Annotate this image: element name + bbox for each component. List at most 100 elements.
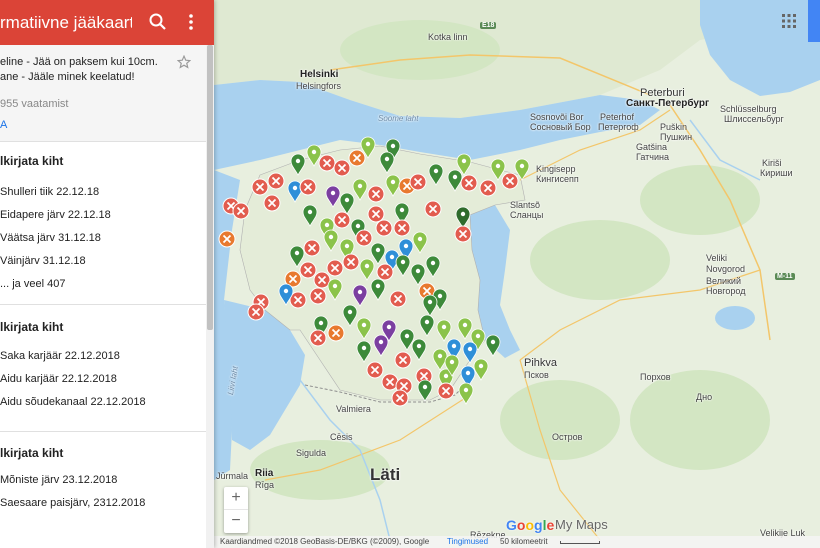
label-porkhov: Порхов [640, 372, 671, 382]
label-kingisepp: Kingisepp [536, 164, 576, 174]
layer-item[interactable]: Saesaare paisjärv, 2312.2018 [0, 497, 145, 509]
label-kirishi: Kiriši [762, 158, 782, 168]
map-marker[interactable] [318, 154, 336, 172]
map-marker[interactable] [333, 211, 351, 229]
map-marker[interactable] [327, 324, 345, 342]
layer-1-title[interactable]: lkirjata kiht [0, 154, 63, 168]
layer-item[interactable]: Mõniste järv 23.12.2018 [0, 474, 117, 486]
label-helsingfors: Helsingfors [296, 81, 342, 91]
map-marker[interactable] [355, 229, 373, 247]
layer-item[interactable]: Väätsa järv 31.12.18 [0, 232, 101, 244]
star-outline-icon[interactable] [176, 54, 192, 69]
description-line-1: eline - Jää on paksem kui 10cm. [0, 56, 158, 68]
label-kirishi-ru: Кириши [760, 168, 793, 178]
map-marker[interactable] [333, 159, 351, 177]
map-marker[interactable] [303, 239, 321, 257]
label-slantsy-ru: Сланцы [510, 210, 544, 220]
map-marker[interactable] [267, 172, 285, 190]
label-veliki: Veliki [706, 253, 728, 263]
map-marker[interactable] [263, 194, 281, 212]
panel-header: rmatiivne jääkaart ... [0, 0, 214, 45]
layer-item[interactable]: Aidu karjäär 22.12.2018 [0, 373, 117, 385]
label-helsinki: Helsinki [300, 69, 339, 80]
map-marker[interactable] [348, 149, 366, 167]
account-button[interactable] [808, 0, 820, 42]
map-marker[interactable] [326, 259, 344, 277]
map-marker[interactable] [247, 303, 265, 321]
label-valmiera: Valmiera [336, 404, 371, 414]
zoom-out-button[interactable]: − [224, 510, 248, 533]
label-novgorod-ru2: Новгород [706, 286, 746, 296]
map-marker[interactable] [342, 253, 360, 271]
layer-3-title[interactable]: lkirjata kiht [0, 446, 63, 460]
my-maps-label: My Maps [555, 517, 608, 532]
more-vert-icon[interactable] [184, 12, 198, 32]
layer-item[interactable]: Saka karjäär 22.12.2018 [0, 350, 120, 362]
label-sosnovy-ru: Сосновый Бор [530, 122, 591, 132]
map-marker[interactable] [299, 178, 317, 196]
map-marker[interactable] [393, 219, 411, 237]
layer-2-title[interactable]: lkirjata kiht [0, 320, 63, 334]
map-marker[interactable] [251, 178, 269, 196]
map-marker[interactable] [389, 290, 407, 308]
search-icon[interactable] [148, 12, 168, 32]
label-lati: Läti [370, 465, 401, 484]
map-marker[interactable] [218, 230, 236, 248]
label-pushkin: Puškin [660, 122, 688, 132]
description-line-2: ane - Jääle minek keelatud! [0, 71, 135, 83]
label-kingisepp-ru: Кингисепп [536, 174, 579, 184]
map-marker[interactable] [460, 174, 478, 192]
label-sigulda: Sigulda [296, 448, 327, 458]
map-marker[interactable] [437, 382, 455, 400]
label-schlusselburg-ru: Шлиссельбург [724, 114, 784, 124]
label-pushkin-ru: Пушкин [660, 132, 693, 142]
label-slantsy: Slantsõ [510, 200, 541, 210]
label-riia: Riia [255, 468, 274, 479]
apps-grid-icon[interactable] [780, 12, 798, 30]
layer-item[interactable]: Shulleri tiik 22.12.18 [0, 186, 99, 198]
map-footer: Kaardiandmed ©2018 GeoBasis-DE/BKG (©200… [214, 536, 820, 548]
map-marker[interactable] [376, 263, 394, 281]
logo-e: e [546, 517, 555, 533]
label-jurmala: Jūrmala [216, 471, 249, 481]
map-marker[interactable] [309, 329, 327, 347]
share-link[interactable]: A [0, 119, 7, 131]
map-attribution: Kaardiandmed ©2018 GeoBasis-DE/BKG (©200… [220, 537, 430, 546]
map-title[interactable]: rmatiivne jääkaart ... [0, 13, 132, 33]
map-marker[interactable] [309, 287, 327, 305]
label-pihkva: Pihkva [524, 357, 558, 369]
map-marker[interactable] [501, 172, 519, 190]
map-marker[interactable] [367, 205, 385, 223]
zoom-in-button[interactable]: + [224, 487, 248, 510]
scrollbar-thumb[interactable] [207, 45, 213, 330]
map-description: eline - Jää on paksem kui 10cm. ane - Jä… [0, 45, 206, 142]
label-riga: Rīga [255, 480, 275, 490]
map-marker[interactable] [313, 271, 331, 289]
map-marker[interactable] [381, 373, 399, 391]
road-shield-e18: E18 [480, 22, 497, 29]
logo-g1: G [506, 517, 517, 533]
road-shield-m11: M-11 [775, 273, 795, 280]
map-marker[interactable] [375, 219, 393, 237]
terms-link[interactable]: Tingimused [447, 537, 488, 546]
layer-item[interactable]: Eidapere järv 22.12.18 [0, 209, 111, 221]
map-marker[interactable] [391, 389, 409, 407]
map-marker[interactable] [366, 361, 384, 379]
layer-item[interactable]: Aidu sõudekanaal 22.12.2018 [0, 396, 146, 408]
legend-panel: rmatiivne jääkaart ... eline - Jää on pa… [0, 0, 214, 548]
label-soome-laht: Soome laht [378, 114, 419, 123]
map-marker[interactable] [424, 200, 442, 218]
label-novgorod: Novgorod [706, 264, 746, 274]
label-kotka: Kotka linn [428, 32, 468, 42]
layer-item[interactable]: Väinjärv 31.12.18 [0, 255, 86, 267]
label-dno: Дно [696, 392, 713, 402]
layer-more-link[interactable]: ... ja veel 407 [0, 278, 65, 290]
map-marker[interactable] [232, 202, 250, 220]
map-marker[interactable] [367, 185, 385, 203]
map-marker[interactable] [299, 261, 317, 279]
map-marker[interactable] [454, 225, 472, 243]
label-sosnovy: Sosnovõi Bor [530, 112, 584, 122]
map-marker[interactable] [409, 173, 427, 191]
map-marker[interactable] [479, 179, 497, 197]
map-marker[interactable] [394, 351, 412, 369]
